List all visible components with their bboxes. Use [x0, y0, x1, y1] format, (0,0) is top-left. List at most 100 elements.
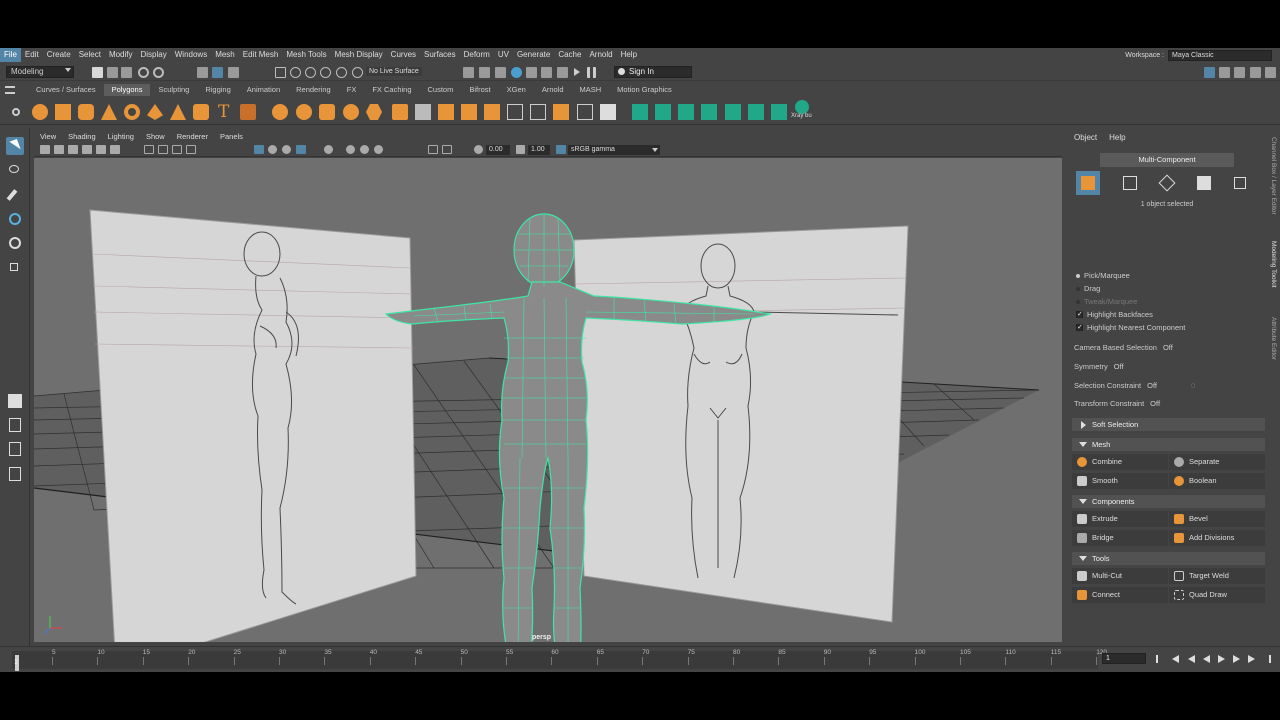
xray-icon[interactable]: [795, 100, 809, 114]
pause-icon[interactable]: [587, 67, 596, 78]
play-forwards-icon[interactable]: [1218, 655, 1225, 663]
textured-icon[interactable]: [324, 145, 333, 154]
step-forward-frame-icon[interactable]: [1233, 655, 1240, 663]
go-to-end-icon[interactable]: [1262, 655, 1271, 663]
go-to-start-icon[interactable]: [1156, 655, 1165, 663]
menu-cache[interactable]: Cache: [554, 48, 585, 62]
shelf-tab-fx[interactable]: FX: [339, 84, 365, 96]
attribute-editor-icon[interactable]: [1219, 67, 1230, 78]
poly-platonic-icon[interactable]: [272, 104, 288, 120]
menu-mesh[interactable]: Mesh: [211, 48, 239, 62]
soft-selection-header[interactable]: Soft Selection: [1072, 418, 1265, 431]
viewport-menu-shading[interactable]: Shading: [62, 131, 102, 143]
bridge-shelf-icon[interactable]: [438, 104, 454, 120]
menu-mesh-display[interactable]: Mesh Display: [331, 48, 387, 62]
shelf-options-icon[interactable]: [12, 108, 20, 116]
channel-box-icon[interactable]: [1250, 67, 1261, 78]
render-settings-icon[interactable]: [511, 67, 522, 78]
viewport-menu-view[interactable]: View: [34, 131, 62, 143]
shelf-tab-motion-graphics[interactable]: Motion Graphics: [609, 84, 680, 96]
shelf-tab-mash[interactable]: MASH: [572, 84, 610, 96]
resolution-gate-icon[interactable]: [172, 145, 182, 154]
menu-edit-mesh[interactable]: Edit Mesh: [239, 48, 283, 62]
menu-modify[interactable]: Modify: [105, 48, 137, 62]
time-slider[interactable]: 1 5 10 15 20 25 30 35 40 45 50 55 60 65 70 75 80 85 90 95 1…: [0, 646, 1280, 672]
mesh-section-header[interactable]: Mesh: [1072, 438, 1265, 451]
lasso-tool-icon[interactable]: [6, 162, 24, 180]
ipr-render-icon[interactable]: [495, 67, 506, 78]
menu-generate[interactable]: Generate: [513, 48, 554, 62]
xray-mode-icon[interactable]: [296, 145, 306, 154]
menu-file[interactable]: File: [0, 48, 21, 62]
side-tab-attribute-editor[interactable]: Attribute Editor: [1270, 317, 1277, 360]
menu-uv[interactable]: UV: [494, 48, 513, 62]
smooth-shade-icon[interactable]: [268, 145, 277, 154]
menu-arnold[interactable]: Arnold: [585, 48, 616, 62]
camera-attributes-icon[interactable]: [54, 145, 64, 154]
shelf-tab-rigging[interactable]: Rigging: [197, 84, 238, 96]
shelf-settings-icon[interactable]: [5, 86, 15, 94]
menu-help[interactable]: Help: [617, 48, 641, 62]
snap-grid-icon[interactable]: [275, 67, 286, 78]
magnet-icon[interactable]: [352, 67, 363, 78]
connect-button[interactable]: Connect: [1072, 587, 1168, 603]
scale-tool-icon[interactable]: [6, 258, 24, 276]
transform-constraint-row[interactable]: Transform Constraint Off: [1074, 399, 1160, 408]
gamma-field[interactable]: 1.00: [528, 145, 550, 155]
grease-pencil-icon[interactable]: [110, 145, 120, 154]
smooth-shelf-icon[interactable]: [343, 104, 359, 120]
extrude-shelf-icon[interactable]: [415, 104, 431, 120]
chevron-down-icon[interactable]: [652, 148, 658, 152]
snap-view-icon[interactable]: [320, 67, 331, 78]
snap-point-icon[interactable]: [305, 67, 316, 78]
step-back-key-icon[interactable]: [1172, 655, 1179, 663]
highlight-nearest-checkbox[interactable]: ✓ Highlight Nearest Component: [1076, 323, 1185, 332]
open-scene-icon[interactable]: [107, 67, 118, 78]
select-component-icon[interactable]: [228, 67, 239, 78]
new-scene-icon[interactable]: [92, 67, 103, 78]
object-mode-icon[interactable]: [1076, 171, 1100, 195]
select-object-icon[interactable]: [212, 67, 223, 78]
select-hierarchy-icon[interactable]: [197, 67, 208, 78]
poly-sphere-icon[interactable]: [32, 104, 48, 120]
shelf-tab-arnold[interactable]: Arnold: [534, 84, 572, 96]
components-section-header[interactable]: Components: [1072, 495, 1265, 508]
side-tab-channel-box[interactable]: Channel Box / Layer Editor: [1270, 137, 1277, 215]
shadows-icon[interactable]: [360, 145, 369, 154]
fill-hole-icon[interactable]: [484, 104, 500, 120]
uv-mode-icon[interactable]: [1228, 171, 1252, 195]
symmetry-value[interactable]: Off: [1114, 362, 1124, 371]
menu-display[interactable]: Display: [137, 48, 171, 62]
unfold-uv-icon[interactable]: [748, 104, 764, 120]
bridge-button[interactable]: Bridge: [1072, 530, 1168, 546]
edge-mode-icon[interactable]: [1155, 171, 1179, 195]
menu-mesh-tools[interactable]: Mesh Tools: [282, 48, 330, 62]
bevel-shelf-icon[interactable]: [461, 104, 477, 120]
uv-editor-icon[interactable]: [632, 104, 648, 120]
soft-mod-icon[interactable]: [6, 392, 24, 410]
poly-text-icon[interactable]: T: [218, 102, 229, 122]
camera-select-icon[interactable]: [40, 145, 50, 154]
chevron-down-icon[interactable]: [65, 68, 71, 72]
drag-option[interactable]: Drag: [1076, 284, 1100, 293]
poly-prism-icon[interactable]: [147, 104, 163, 120]
menu-curves[interactable]: Curves: [387, 48, 420, 62]
target-weld-shelf-icon[interactable]: [577, 104, 593, 120]
multi-cut-shelf-icon[interactable]: [530, 104, 546, 120]
play-backwards-icon[interactable]: [1203, 655, 1210, 663]
append-polygon-icon[interactable]: [507, 104, 523, 120]
extrude-button[interactable]: Extrude: [1072, 511, 1168, 527]
gamma-icon[interactable]: [516, 145, 525, 154]
transform-constraint-value[interactable]: Off: [1150, 399, 1160, 408]
separate-shelf-icon[interactable]: [319, 104, 335, 120]
shelf-tab-bifrost[interactable]: Bifrost: [461, 84, 498, 96]
current-frame-marker[interactable]: 1: [14, 659, 18, 666]
face-mode-icon[interactable]: [1192, 171, 1216, 195]
perspective-viewport[interactable]: persp: [34, 158, 1062, 642]
film-gate-icon[interactable]: [158, 145, 168, 154]
shelf-tab-rendering[interactable]: Rendering: [288, 84, 339, 96]
four-view-layout-icon[interactable]: [6, 416, 24, 434]
mirror-shelf-icon[interactable]: [392, 104, 408, 120]
shelf-tab-animation[interactable]: Animation: [239, 84, 288, 96]
automatic-map-icon[interactable]: [725, 104, 741, 120]
